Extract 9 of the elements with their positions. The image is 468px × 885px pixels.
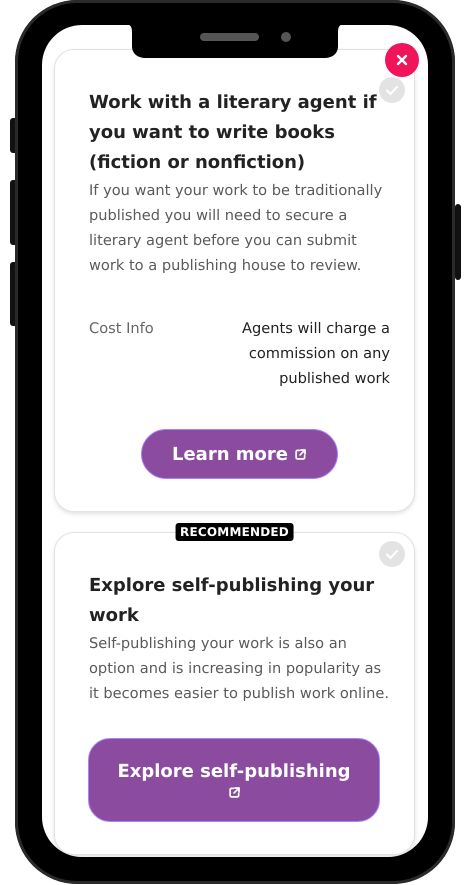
recommended-badge: RECOMMENDED <box>175 523 294 541</box>
cost-label: Cost Info <box>89 319 154 339</box>
card-title: Work with a literary agent if you want to write books (fiction or nonfiction) <box>89 91 378 175</box>
card-title: Explore self-publishing your work <box>89 574 376 628</box>
cost-value: Agents will charge a commission on any published work <box>241 319 390 389</box>
card-description: If you want your work to be traditionally published you will need to secure a literary agent before you can submit work to a publishing house to review. <box>89 181 384 276</box>
learn-more-button[interactable]: Learn more <box>141 429 338 479</box>
card-description: Self-publishing your work is also an option and is increasing in popularity as it becomes easier to publish work online. <box>89 634 390 704</box>
explore-button[interactable]: Explore self-publishing <box>88 738 380 822</box>
